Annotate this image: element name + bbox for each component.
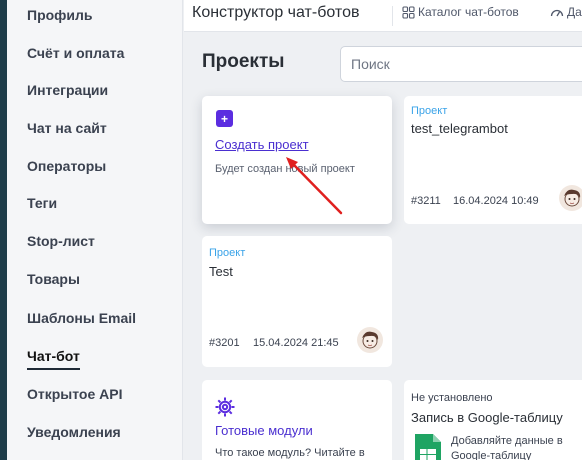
project-card[interactable]: Проект test_telegrambot #3211 16.04.2024… — [404, 96, 582, 224]
sidebar-item-tags[interactable]: Теги — [27, 195, 57, 211]
bot-catalog-label: Каталог чат-ботов — [418, 5, 519, 19]
google-sheets-icon — [415, 434, 441, 460]
sidebar-item-integrations[interactable]: Интеграции — [27, 82, 108, 98]
project-id: #3211 — [411, 195, 441, 207]
sidebar-item-site-chat[interactable]: Чат на сайт — [27, 120, 107, 136]
project-name: Test — [209, 264, 233, 279]
top-bar: Конструктор чат-ботов Каталог чат-ботов … — [184, 0, 582, 32]
settings-sidebar: Профиль Счёт и оплата Интеграции Чат на … — [7, 0, 183, 460]
grid-icon — [402, 5, 415, 19]
sidebar-item-notifications[interactable]: Уведомления — [27, 424, 121, 440]
project-type-label: Проект — [209, 247, 246, 259]
avatar — [357, 327, 383, 353]
ready-modules-title[interactable]: Готовые модули — [215, 423, 313, 438]
integration-title: Запись в Google-таблицу — [411, 410, 563, 425]
left-edge-strip — [0, 0, 7, 460]
avatar — [559, 185, 582, 211]
dashboard-link[interactable]: Да — [550, 5, 582, 19]
integration-description: Добавляйте данные в Google-таблицу — [451, 434, 563, 460]
project-card[interactable]: Проект Test #3201 15.04.2024 21:45 — [202, 236, 392, 367]
sidebar-item-profile[interactable]: Профиль — [27, 7, 93, 23]
integration-description-line: Google-таблицу — [451, 450, 532, 460]
google-sheets-integration-card[interactable]: Не установлено Запись в Google-таблицу Д… — [404, 380, 582, 460]
dashboard-icon — [550, 9, 564, 16]
project-type-label: Проект — [411, 105, 448, 117]
page-title: Проекты — [202, 51, 285, 72]
sidebar-item-stop-list[interactable]: Stop-лист — [27, 233, 95, 249]
integration-description-line: Добавляйте данные в — [451, 435, 563, 447]
gear-icon — [215, 397, 235, 417]
topbar-divider — [392, 6, 393, 26]
plus-icon[interactable]: + — [216, 110, 233, 127]
create-project-link[interactable]: Создать проект — [215, 137, 309, 152]
sidebar-item-billing[interactable]: Счёт и оплата — [27, 45, 124, 61]
integration-status: Не установлено — [411, 392, 493, 404]
avatar-illustration-icon — [564, 189, 581, 207]
ready-modules-card[interactable]: Готовые модули Что такое модуль? Читайте… — [202, 380, 392, 460]
search-input[interactable] — [340, 46, 582, 82]
project-name: test_telegrambot — [411, 121, 508, 136]
sidebar-item-email-templates[interactable]: Шаблоны Email — [27, 310, 136, 326]
sidebar-item-open-api[interactable]: Открытое API — [27, 386, 123, 402]
app-title: Конструктор чат-ботов — [192, 4, 360, 21]
dashboard-label: Да — [567, 5, 582, 19]
ready-modules-description: Что такое модуль? Читайте в — [215, 447, 365, 459]
sidebar-item-chatbot[interactable]: Чат-бот — [27, 348, 80, 370]
bot-catalog-link[interactable]: Каталог чат-ботов — [402, 5, 519, 19]
project-id: #3201 — [209, 337, 240, 349]
create-project-description: Будет создан новый проект — [215, 163, 355, 175]
project-date: 15.04.2024 21:45 — [253, 337, 339, 349]
project-date: 16.04.2024 10:49 — [453, 195, 539, 207]
sidebar-item-operators[interactable]: Операторы — [27, 158, 106, 174]
create-project-card[interactable]: + Создать проект Будет создан новый прое… — [202, 96, 392, 224]
sidebar-item-products[interactable]: Товары — [27, 271, 80, 287]
avatar-illustration-icon — [362, 331, 379, 349]
